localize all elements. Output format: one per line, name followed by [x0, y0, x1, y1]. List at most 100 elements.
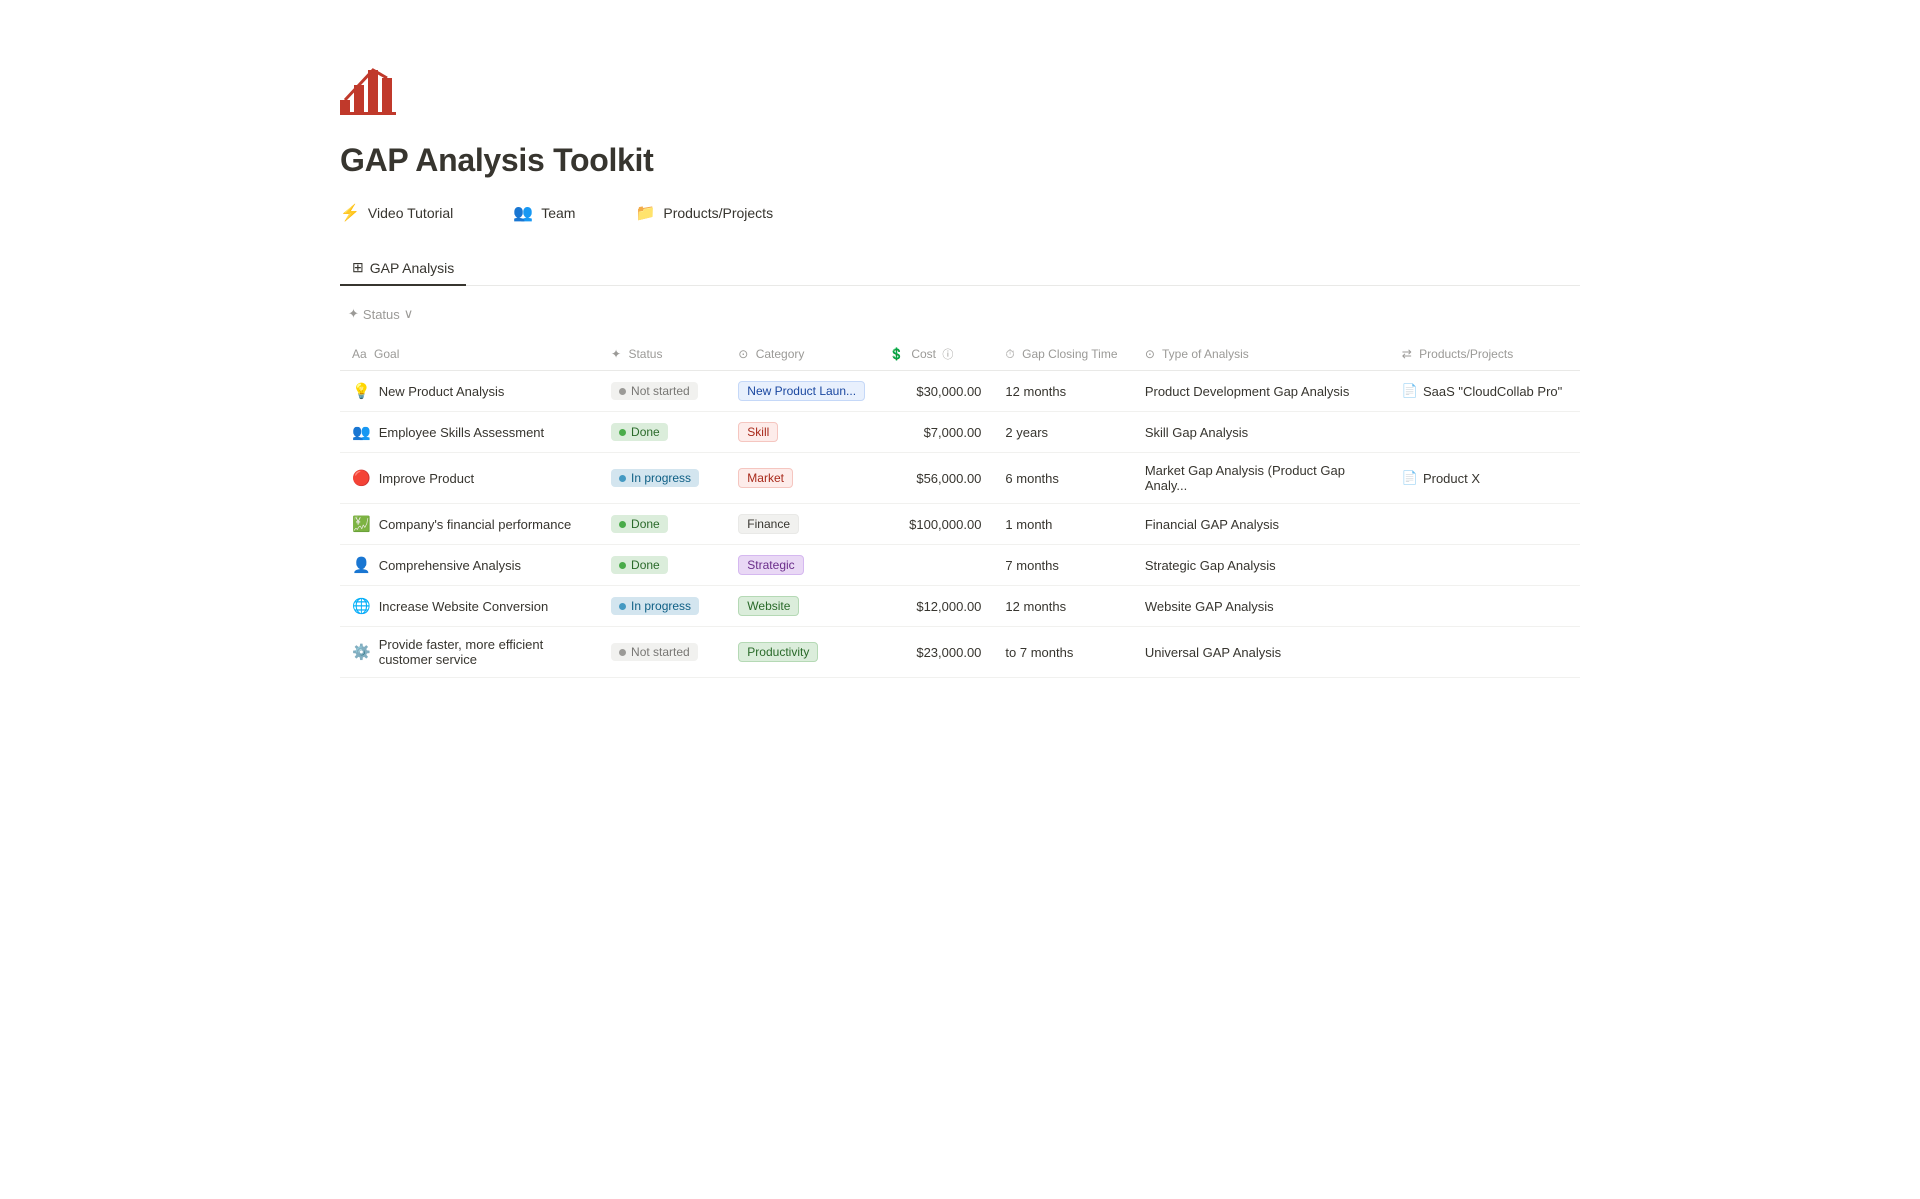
filter-label: Status [363, 307, 400, 322]
status-badge[interactable]: Done [611, 556, 668, 574]
table-row[interactable]: 👥Employee Skills AssessmentDoneSkill$7,0… [340, 412, 1580, 453]
cell-type-1: Skill Gap Analysis [1133, 412, 1390, 453]
logo-icon [340, 60, 1580, 142]
status-label: Not started [631, 384, 690, 398]
status-label: Not started [631, 645, 690, 659]
status-filter-button[interactable]: ✦ Status ∨ [340, 302, 421, 326]
cell-status-0[interactable]: Not started [599, 371, 726, 412]
goal-text: New Product Analysis [379, 384, 505, 399]
cell-cost-3: $100,000.00 [877, 504, 993, 545]
status-label: In progress [631, 471, 691, 485]
status-badge[interactable]: Not started [611, 382, 698, 400]
page-title: GAP Analysis Toolkit [340, 142, 1580, 179]
cell-category-5[interactable]: Website [726, 586, 877, 627]
cell-goal-4: 👤 Comprehensive Analysis [340, 545, 599, 586]
cell-status-4[interactable]: Done [599, 545, 726, 586]
cell-product-5 [1390, 586, 1580, 627]
table-row[interactable]: 💡 New Product Analysis Not started New Prod… [340, 371, 1580, 412]
tab-gap-analysis-label: GAP Analysis [370, 260, 455, 276]
status-badge[interactable]: Not started [611, 643, 698, 661]
status-dot [619, 475, 626, 482]
goal-text: Company's financial performance [379, 517, 572, 532]
col-goal-icon: Aa [352, 347, 367, 361]
goal-icon: 💡 [352, 382, 371, 400]
document-icon: 📄 [1402, 470, 1418, 486]
status-label: In progress [631, 599, 691, 613]
cell-product-3 [1390, 504, 1580, 545]
cell-type-0: Product Development Gap Analysis [1133, 371, 1390, 412]
col-header-type-of-analysis: ⊙ Type of Analysis [1133, 338, 1390, 371]
goal-icon: 🌐 [352, 597, 371, 615]
goal-text: Employee Skills Assessment [379, 425, 544, 440]
product-name: Product X [1423, 471, 1480, 486]
table-row[interactable]: 🔴Improve ProductIn progressMarket$56,000… [340, 453, 1580, 504]
team-icon: 👥 [513, 203, 533, 223]
category-badge[interactable]: Website [738, 596, 799, 616]
cell-goal-0: 💡 New Product Analysis [340, 371, 599, 412]
goal-icon: 👤 [352, 556, 371, 574]
category-badge[interactable]: Finance [738, 514, 799, 534]
cell-category-2[interactable]: Market [726, 453, 877, 504]
goal-icon: 👥 [352, 423, 371, 441]
cell-product-2[interactable]: 📄 Product X [1390, 453, 1580, 504]
status-dot [619, 429, 626, 436]
status-dot [619, 388, 626, 395]
category-badge[interactable]: Skill [738, 422, 778, 442]
cell-product-4 [1390, 545, 1580, 586]
goal-text: Provide faster, more efficient customer … [379, 637, 587, 667]
status-badge[interactable]: Done [611, 515, 668, 533]
col-header-products-projects: ⇄ Products/Projects [1390, 338, 1580, 371]
nav-products-projects[interactable]: 📁 Products/Projects [635, 203, 773, 223]
table-row[interactable]: 👤Comprehensive AnalysisDoneStrategic7 mo… [340, 545, 1580, 586]
folder-icon: 📁 [635, 203, 655, 223]
cell-goal-3: 💹Company's financial performance [340, 504, 599, 545]
cell-category-6[interactable]: Productivity [726, 627, 877, 678]
cell-status-6[interactable]: Not started [599, 627, 726, 678]
table-row[interactable]: ⚙️ Provide faster, more efficient custome… [340, 627, 1580, 678]
goal-icon: ⚙️ [352, 643, 371, 661]
nav-team-label: Team [541, 205, 575, 221]
status-label: Done [631, 558, 660, 572]
category-badge[interactable]: Market [738, 468, 793, 488]
cell-goal-6: ⚙️ Provide faster, more efficient custome… [340, 627, 599, 678]
cell-product-6 [1390, 627, 1580, 678]
cell-status-5[interactable]: In progress [599, 586, 726, 627]
status-badge[interactable]: Done [611, 423, 668, 441]
nav-video-tutorial[interactable]: ⚡ Video Tutorial [340, 203, 453, 223]
table-row[interactable]: 💹Company's financial performance Done Fina… [340, 504, 1580, 545]
category-badge[interactable]: New Product Laun... [738, 381, 865, 401]
col-cost-icon: 💲 [889, 347, 904, 361]
goal-text: Increase Website Conversion [379, 599, 549, 614]
col-cost-info-icon: ⓘ [942, 349, 953, 361]
category-badge[interactable]: Productivity [738, 642, 818, 662]
cell-product-0[interactable]: 📄SaaS "CloudCollab Pro" [1390, 371, 1580, 412]
product-link[interactable]: 📄 Product X [1402, 470, 1480, 486]
goal-text: Comprehensive Analysis [379, 558, 521, 573]
goal-text: Improve Product [379, 471, 474, 486]
nav-team[interactable]: 👥 Team [513, 203, 575, 223]
cell-status-2[interactable]: In progress [599, 453, 726, 504]
status-dot [619, 521, 626, 528]
cell-gap-time-6: to 7 months [993, 627, 1132, 678]
cell-category-0[interactable]: New Product Laun... [726, 371, 877, 412]
cell-category-4[interactable]: Strategic [726, 545, 877, 586]
cell-gap-time-3: 1 month [993, 504, 1132, 545]
cell-gap-time-0: 12 months [993, 371, 1132, 412]
cell-category-1[interactable]: Skill [726, 412, 877, 453]
cell-goal-2: 🔴Improve Product [340, 453, 599, 504]
product-link[interactable]: 📄SaaS "CloudCollab Pro" [1402, 383, 1563, 399]
category-badge[interactable]: Strategic [738, 555, 803, 575]
nav-products-projects-label: Products/Projects [663, 205, 773, 221]
cell-status-1[interactable]: Done [599, 412, 726, 453]
table-row[interactable]: 🌐 Increase Website Conversion In progress W… [340, 586, 1580, 627]
tab-gap-analysis[interactable]: ⊞ GAP Analysis [340, 251, 466, 286]
cell-status-3[interactable]: Done [599, 504, 726, 545]
cell-type-4: Strategic Gap Analysis [1133, 545, 1390, 586]
status-dot [619, 603, 626, 610]
status-badge[interactable]: In progress [611, 597, 699, 615]
filter-icon: ✦ [348, 306, 359, 322]
col-header-goal: Aa Goal [340, 338, 599, 371]
nav-links: ⚡ Video Tutorial 👥 Team 📁 Products/Proje… [340, 203, 1580, 223]
cell-category-3[interactable]: Finance [726, 504, 877, 545]
status-badge[interactable]: In progress [611, 469, 699, 487]
